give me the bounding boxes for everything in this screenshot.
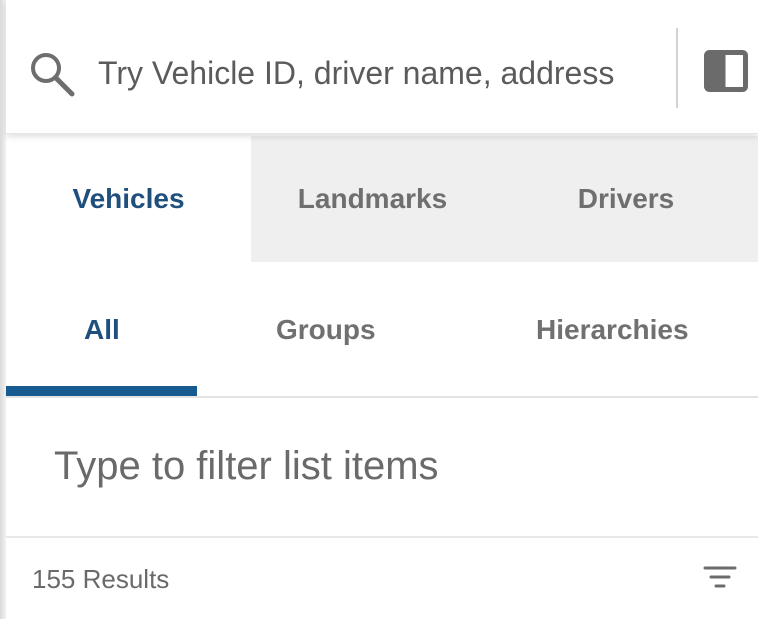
tab-landmarks-label: Landmarks <box>297 183 448 214</box>
filter-row <box>6 398 758 538</box>
tab-landmarks[interactable]: Landmarks <box>251 136 494 262</box>
subtab-hierarchies-label: Hierarchies <box>536 314 689 345</box>
view-subtabs: All Groups Hierarchies <box>6 262 758 398</box>
subtab-all-label: All <box>84 314 120 345</box>
search-panel: Vehicles Landmarks Drivers All Groups Hi… <box>0 0 758 619</box>
search-divider <box>676 28 678 108</box>
results-count: 155 Results <box>32 564 170 594</box>
active-subtab-indicator <box>6 386 197 396</box>
results-bar: 155 Results <box>6 538 758 619</box>
sort-filter-icon[interactable] <box>702 564 738 592</box>
filter-input[interactable] <box>54 436 734 496</box>
tab-vehicles[interactable]: Vehicles <box>6 136 251 262</box>
tab-vehicles-label: Vehicles <box>72 183 185 214</box>
entity-tabs: Vehicles Landmarks Drivers <box>6 136 758 262</box>
subtab-groups[interactable]: Groups <box>276 314 376 346</box>
panel-toggle-icon[interactable] <box>704 50 748 92</box>
tab-drivers[interactable]: Drivers <box>494 136 758 262</box>
search-icon[interactable] <box>28 50 76 98</box>
search-bar <box>6 0 758 134</box>
tab-drivers-label: Drivers <box>577 183 675 214</box>
subtab-hierarchies[interactable]: Hierarchies <box>536 314 689 346</box>
subtab-all[interactable]: All <box>84 314 120 346</box>
search-input[interactable] <box>98 40 672 106</box>
subtab-groups-label: Groups <box>276 314 376 345</box>
